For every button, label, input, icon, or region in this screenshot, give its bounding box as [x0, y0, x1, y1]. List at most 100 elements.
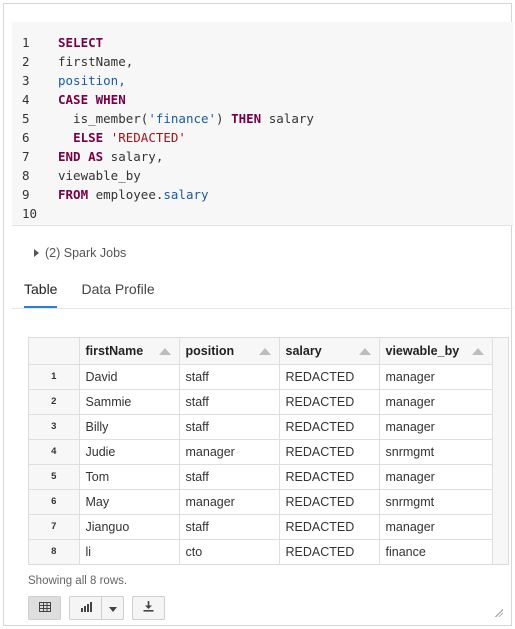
- table-cell-viewable-by[interactable]: manager: [379, 464, 493, 490]
- resize-handle-icon[interactable]: [495, 609, 503, 617]
- code-token: THEN: [231, 111, 262, 126]
- caret-right-icon: [34, 249, 39, 257]
- table-cell-viewable-by[interactable]: snrmgmt: [379, 489, 493, 515]
- row-index: 3: [29, 414, 80, 440]
- spark-jobs-toggle[interactable]: (2) Spark Jobs: [34, 246, 126, 260]
- code-text: FROM employee.salary: [58, 185, 209, 204]
- table-cell-viewable-by[interactable]: snrmgmt: [379, 439, 493, 465]
- table-header-row: firstName position salary viewable_by: [29, 338, 493, 365]
- line-number: 8: [22, 168, 30, 183]
- chart-view-split-button[interactable]: [69, 596, 124, 620]
- table-view-button[interactable]: [28, 596, 61, 620]
- table-cell-salary[interactable]: REDACTED: [279, 439, 380, 465]
- table-cell-viewable-by[interactable]: finance: [379, 539, 493, 564]
- column-header-position[interactable]: position: [179, 338, 280, 365]
- table-cell-salary[interactable]: REDACTED: [279, 364, 380, 390]
- code-token: position,: [58, 73, 126, 88]
- code-editor[interactable]: 1 SELECT 2 firstName, 3 position, 4 CASE WHEN 5 …: [12, 22, 513, 226]
- sort-icon[interactable]: [358, 348, 371, 355]
- line-number: 10: [22, 206, 38, 221]
- table-cell-position[interactable]: staff: [179, 389, 280, 415]
- table-cell-firstname[interactable]: Judie: [79, 439, 180, 465]
- code-token: FROM: [58, 187, 89, 202]
- row-index: 5: [29, 464, 80, 490]
- code-token: employee.: [88, 187, 164, 202]
- table-row: 8 li cto REDACTED finance: [29, 539, 493, 564]
- results-table: firstName position salary viewable_by 1 …: [29, 338, 493, 564]
- display-toolbar: [28, 596, 165, 620]
- table-cell-position[interactable]: staff: [179, 414, 280, 440]
- code-token: salary: [261, 111, 314, 126]
- line-number: 9: [22, 187, 30, 202]
- code-token: 'finance': [148, 111, 217, 126]
- code-token: ): [216, 111, 232, 126]
- code-token: END AS: [58, 149, 104, 164]
- table-cell-firstname[interactable]: Tom: [79, 464, 180, 490]
- table-cell-salary[interactable]: REDACTED: [279, 389, 380, 415]
- bar-chart-icon: [80, 599, 92, 617]
- table-cell-firstname[interactable]: li: [79, 539, 180, 564]
- code-token: viewable_by: [58, 168, 141, 183]
- table-cell-firstname[interactable]: David: [79, 364, 180, 390]
- code-token: salary: [163, 187, 209, 202]
- column-header-label: position: [185, 343, 235, 358]
- line-number: 5: [22, 111, 30, 126]
- table-cell-salary[interactable]: REDACTED: [279, 514, 380, 540]
- code-text: SELECT: [58, 33, 103, 52]
- table-cell-position[interactable]: cto: [179, 539, 280, 564]
- table-cell-firstname[interactable]: Jianguo: [79, 514, 180, 540]
- table-cell-firstname[interactable]: Billy: [79, 414, 180, 440]
- download-icon: [143, 599, 154, 617]
- tab-table[interactable]: Table: [24, 280, 58, 308]
- table-cell-viewable-by[interactable]: manager: [379, 414, 493, 440]
- column-header-label: salary: [285, 343, 322, 358]
- table-cell-position[interactable]: staff: [179, 364, 280, 390]
- table-cell-salary[interactable]: REDACTED: [279, 489, 380, 515]
- result-tabs: Table Data Profile: [24, 280, 155, 308]
- chart-view-button[interactable]: [70, 596, 101, 620]
- row-index: 7: [29, 514, 80, 540]
- table-cell-salary[interactable]: REDACTED: [279, 414, 380, 440]
- table-row: 6 May manager REDACTED snrmgmt: [29, 489, 493, 515]
- download-button[interactable]: [132, 596, 165, 620]
- line-number: 7: [22, 149, 30, 164]
- column-header-salary[interactable]: salary: [279, 338, 380, 365]
- table-cell-firstname[interactable]: Sammie: [79, 389, 180, 415]
- table-cell-position[interactable]: staff: [179, 514, 280, 540]
- sort-icon[interactable]: [158, 348, 171, 355]
- row-index: 4: [29, 439, 80, 465]
- table-cell-viewable-by[interactable]: manager: [379, 514, 493, 540]
- spark-jobs-label: (2) Spark Jobs: [45, 246, 127, 260]
- row-index-header: [29, 338, 80, 365]
- chart-options-dropdown[interactable]: [102, 596, 123, 620]
- table-cell-viewable-by[interactable]: manager: [379, 389, 493, 415]
- table-cell-viewable-by[interactable]: manager: [379, 364, 493, 390]
- chevron-down-icon: [108, 599, 117, 617]
- code-text: viewable_by: [58, 166, 141, 185]
- code-token: is_member(: [58, 111, 149, 126]
- sort-icon[interactable]: [471, 348, 484, 355]
- code-token: CASE WHEN: [58, 92, 126, 107]
- code-token: ELSE: [73, 130, 104, 145]
- line-number: 4: [22, 92, 30, 107]
- tab-data-profile[interactable]: Data Profile: [81, 280, 154, 308]
- table-cell-position[interactable]: manager: [179, 439, 280, 465]
- table-icon: [38, 599, 51, 617]
- line-number: 1: [22, 35, 30, 50]
- table-cell-position[interactable]: staff: [179, 464, 280, 490]
- code-token: 'REDACTED': [110, 130, 186, 145]
- sort-icon[interactable]: [258, 348, 271, 355]
- code-text: END AS salary,: [58, 147, 163, 166]
- table-cell-salary[interactable]: REDACTED: [279, 539, 380, 564]
- results-table-container[interactable]: firstName position salary viewable_by 1 …: [28, 337, 509, 565]
- column-header-viewable-by[interactable]: viewable_by: [379, 338, 493, 365]
- code-text: is_member('finance') THEN salary: [58, 109, 314, 128]
- table-row: 3 Billy staff REDACTED manager: [29, 414, 493, 440]
- column-header-firstname[interactable]: firstName: [79, 338, 180, 365]
- code-text: CASE WHEN: [58, 90, 126, 109]
- table-cell-salary[interactable]: REDACTED: [279, 464, 380, 490]
- code-token: SELECT: [58, 35, 104, 50]
- line-number: 6: [22, 130, 30, 145]
- table-cell-firstname[interactable]: May: [79, 489, 180, 515]
- table-cell-position[interactable]: manager: [179, 489, 280, 515]
